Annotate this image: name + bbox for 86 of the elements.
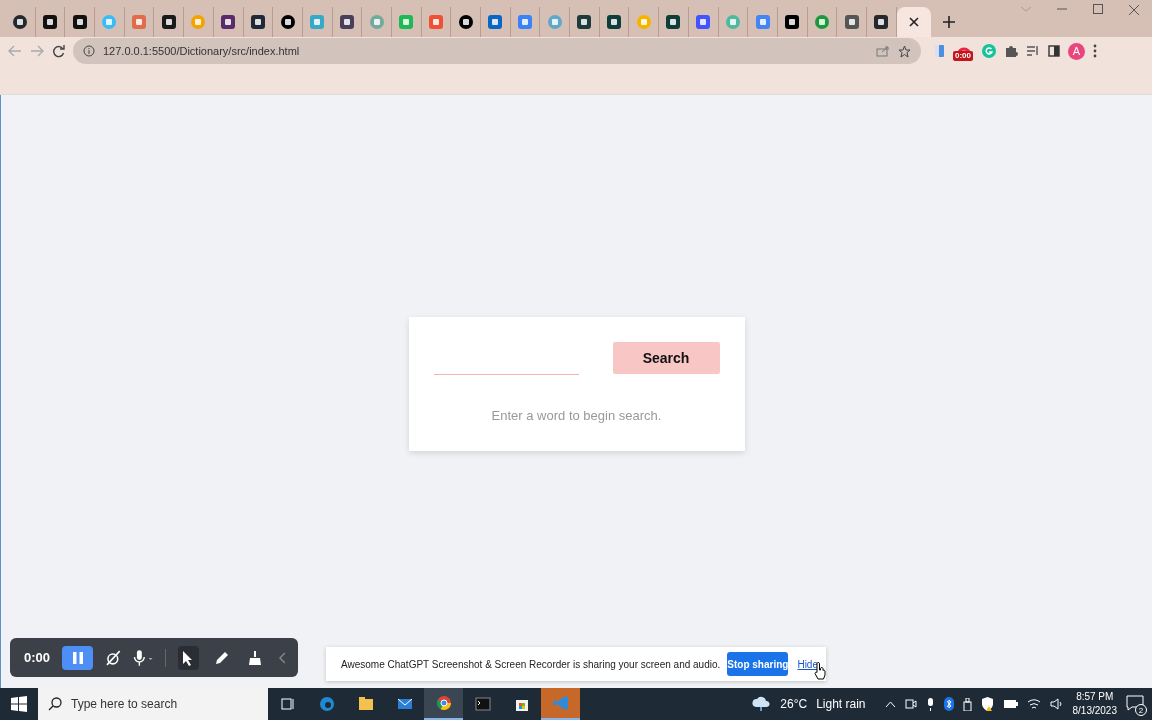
favicon-icon (369, 15, 384, 29)
code-editor-icon (552, 695, 569, 711)
weather-text: Light rain (816, 697, 866, 711)
broom-icon (247, 649, 264, 666)
extension-icon[interactable] (933, 44, 946, 58)
favicon-icon (547, 15, 562, 29)
favicon-icon (785, 15, 800, 29)
maximize-icon[interactable] (1092, 4, 1104, 14)
pause-icon (72, 651, 83, 664)
clock-date: 8/13/2023 (1072, 704, 1117, 718)
info-icon[interactable] (83, 45, 95, 57)
new-tab-icon[interactable] (942, 16, 955, 28)
favicon-icon (250, 15, 265, 29)
url-text: 127.0.0.1:5500/Dictionary/src/index.html (103, 45, 301, 57)
temperature-text: 26°C (780, 697, 808, 711)
favicon-icon (310, 15, 325, 29)
search-placeholder: Type here to search (71, 697, 178, 711)
taskbar-app-button[interactable] (424, 688, 463, 720)
favicon-icon (874, 15, 889, 29)
microphone-icon[interactable] (925, 697, 935, 711)
mail-icon (396, 696, 413, 712)
favicon-icon (844, 15, 859, 29)
drawing-tool-button[interactable] (177, 645, 200, 670)
task-view-icon[interactable] (280, 697, 295, 711)
cloud-rain-icon (751, 696, 772, 712)
favicon-icon (221, 15, 236, 29)
chevron-up-icon[interactable] (884, 700, 896, 708)
favicon-icon (458, 15, 473, 29)
close-icon[interactable] (908, 17, 919, 27)
speaker-icon[interactable] (1049, 698, 1064, 710)
profile-avatar[interactable]: A (1068, 42, 1085, 60)
favicon-icon (399, 15, 414, 29)
favicon-icon (518, 15, 533, 29)
taskbar-search-field[interactable]: Type here to search (38, 688, 268, 720)
search-icon (48, 697, 62, 711)
search-button[interactable]: Search (612, 341, 720, 374)
favicon-icon (191, 15, 206, 29)
favicon-icon (339, 15, 354, 29)
favicon-icon (814, 15, 829, 29)
hide-link[interactable]: Hide (797, 658, 818, 670)
terminal-icon (474, 696, 491, 712)
pause-button[interactable] (62, 645, 94, 670)
microphone-icon[interactable] (133, 649, 153, 666)
chrome-icon (435, 695, 452, 711)
windows-start-icon[interactable] (11, 696, 27, 712)
favicon-icon (161, 15, 176, 29)
status-message: Enter a word to begin search. (491, 407, 662, 423)
browser-icon (318, 696, 335, 712)
favicon-icon (607, 15, 622, 29)
notification-count: 2 (1135, 704, 1147, 716)
security-shield-icon[interactable] (980, 697, 994, 711)
favicon-icon (755, 15, 770, 29)
media-list-icon[interactable] (1026, 45, 1040, 57)
stop-sharing-button[interactable]: Stop sharing (727, 652, 789, 676)
wifi-icon[interactable] (1026, 698, 1041, 710)
address-bar[interactable]: 127.0.0.1:5500/Dictionary/src/index.html (73, 38, 921, 64)
reload-icon[interactable] (52, 44, 65, 58)
favicon-icon (577, 15, 592, 29)
star-icon[interactable] (898, 44, 911, 58)
bluetooth-icon[interactable] (943, 697, 954, 711)
favicon-icon (636, 15, 651, 29)
menu-icon[interactable] (1093, 44, 1097, 58)
favicon-icon (132, 15, 147, 29)
folder-icon (357, 696, 374, 712)
camera-off-icon[interactable] (105, 649, 121, 666)
favicon-icon (72, 15, 87, 29)
battery-icon[interactable] (1002, 699, 1018, 709)
side-panel-icon[interactable] (1048, 45, 1060, 57)
meet-icon[interactable] (904, 698, 917, 710)
notifications-button[interactable]: 2 (1126, 695, 1144, 713)
favicon-icon (43, 15, 58, 29)
chevron-left-icon[interactable] (278, 651, 286, 664)
clock-time: 8:57 PM (1076, 690, 1114, 704)
favicon-icon (428, 15, 443, 29)
favicon-icon (696, 15, 711, 29)
usb-drive-icon[interactable] (962, 697, 972, 711)
favicon-icon (488, 15, 503, 29)
sharing-message: Awesome ChatGPT Screenshot & Screen Recorder is sharing your screen and audio. (341, 658, 721, 670)
puzzle-icon[interactable] (1004, 44, 1018, 58)
favicon-icon (280, 15, 295, 29)
recording-timer: 0:00 (24, 650, 51, 665)
favicon-icon (666, 15, 681, 29)
pencil-icon (213, 649, 230, 666)
favicon-icon (725, 15, 740, 29)
favicon-icon (13, 15, 28, 29)
favicon-icon (102, 15, 117, 29)
